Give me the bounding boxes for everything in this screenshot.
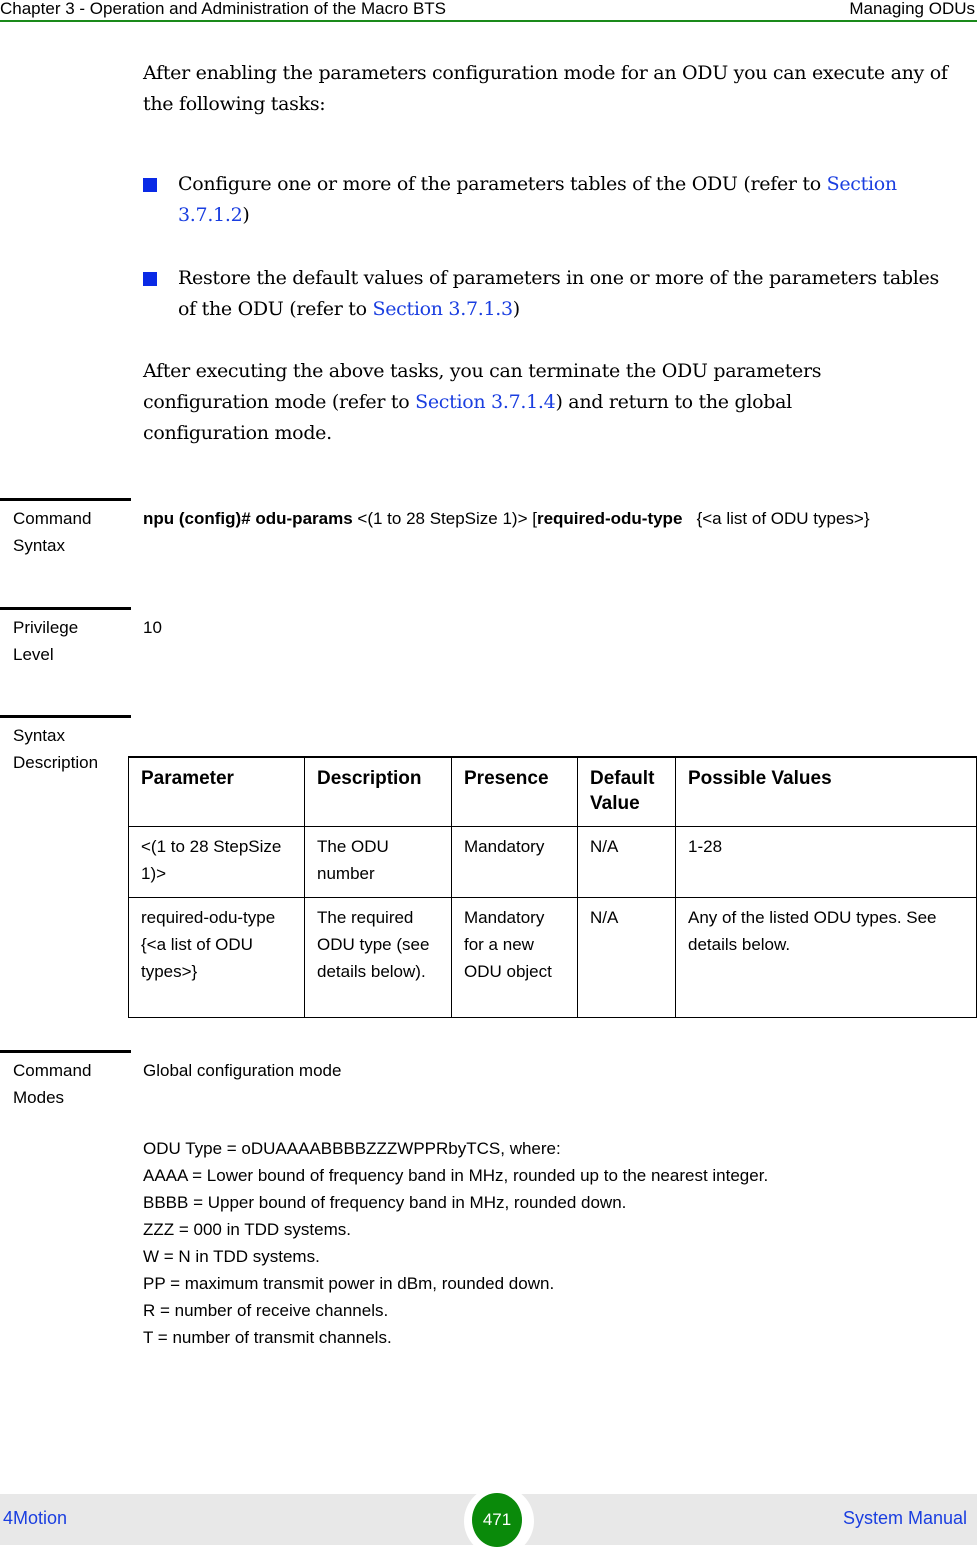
section-divider bbox=[0, 715, 131, 718]
odu-type-line: AAAA = Lower bound of frequency band in … bbox=[143, 1166, 769, 1185]
table-cell: The required ODU type (see details below… bbox=[304, 897, 452, 1018]
table-cell: 1-28 bbox=[675, 826, 977, 898]
odu-type-line: PP = maximum transmit power in dBm, roun… bbox=[143, 1274, 555, 1293]
command-syntax-label: Command Syntax bbox=[13, 509, 92, 555]
table-row: <(1 to 28 StepSize 1)> The ODU number Ma… bbox=[128, 826, 977, 898]
bullet-square-icon bbox=[143, 178, 157, 192]
intro-paragraph: After enabling the parameters configurat… bbox=[143, 62, 948, 115]
manual-title: System Manual bbox=[842, 1508, 967, 1528]
odu-type-details: ODU Type = oDUAAAABBBBZZZWPPRbyTCS, wher… bbox=[143, 1135, 768, 1351]
command-modes-value: Global configuration mode bbox=[143, 1061, 342, 1080]
table-header-row: Parameter Description Presence Default V… bbox=[128, 756, 977, 827]
table-row: required-odu-type {<a list of ODU types>… bbox=[128, 897, 977, 1018]
column-header: Possible Values bbox=[675, 756, 977, 827]
page-number: 471 bbox=[472, 1493, 522, 1547]
column-header: Description bbox=[304, 756, 452, 827]
table-cell: <(1 to 28 StepSize 1)> bbox=[128, 826, 305, 898]
section-title: Managing ODUs bbox=[849, 0, 975, 18]
command-modes-label: Command Modes bbox=[13, 1061, 92, 1107]
section-link[interactable]: Section 3.7.1.3 bbox=[372, 298, 513, 320]
closing-paragraph: After executing the above tasks, you can… bbox=[143, 360, 822, 444]
odu-type-line: ZZZ = 000 in TDD systems. bbox=[143, 1220, 351, 1239]
table-cell: required-odu-type {<a list of ODU types>… bbox=[128, 897, 305, 1018]
bullet-item: Restore the default values of parameters… bbox=[143, 263, 953, 325]
section-divider bbox=[0, 607, 131, 610]
table-cell: Any of the listed ODU types. See details… bbox=[675, 897, 977, 1018]
odu-type-line: R = number of receive channels. bbox=[143, 1301, 389, 1320]
odu-type-line: BBBB = Upper bound of frequency band in … bbox=[143, 1193, 627, 1212]
column-header: Presence bbox=[451, 756, 578, 827]
section-divider bbox=[0, 1050, 131, 1053]
table-cell: The ODU number bbox=[304, 826, 452, 898]
table-cell: Mandatory bbox=[451, 826, 578, 898]
bullet-item: Configure one or more of the parameters … bbox=[143, 169, 953, 231]
section-divider bbox=[0, 498, 131, 501]
privilege-level-label: Privilege Level bbox=[13, 618, 79, 664]
parameters-table: Parameter Description Presence Default V… bbox=[128, 756, 977, 1018]
syntax-description-label: Syntax Description bbox=[13, 726, 99, 772]
table-cell: N/A bbox=[577, 826, 676, 898]
table-cell: Mandatory for a new ODU object bbox=[451, 897, 578, 1018]
column-header: Parameter bbox=[128, 756, 305, 827]
bullet-square-icon bbox=[143, 272, 157, 286]
table-cell: N/A bbox=[577, 897, 676, 1018]
odu-type-line: W = N in TDD systems. bbox=[143, 1247, 320, 1266]
section-link[interactable]: Section 3.7.1.4 bbox=[415, 391, 556, 413]
privilege-level-value: 10 bbox=[143, 618, 162, 637]
product-name: 4Motion bbox=[3, 1508, 68, 1528]
chapter-title: Chapter 3 - Operation and Administration… bbox=[0, 0, 447, 18]
odu-type-line: T = number of transmit channels. bbox=[143, 1328, 392, 1347]
odu-type-line: ODU Type = oDUAAAABBBBZZZWPPRbyTCS, wher… bbox=[143, 1139, 561, 1158]
header-divider bbox=[0, 20, 977, 22]
column-header: Default Value bbox=[577, 756, 676, 827]
command-syntax: npu (config)# odu-params <(1 to 28 StepS… bbox=[143, 509, 870, 528]
